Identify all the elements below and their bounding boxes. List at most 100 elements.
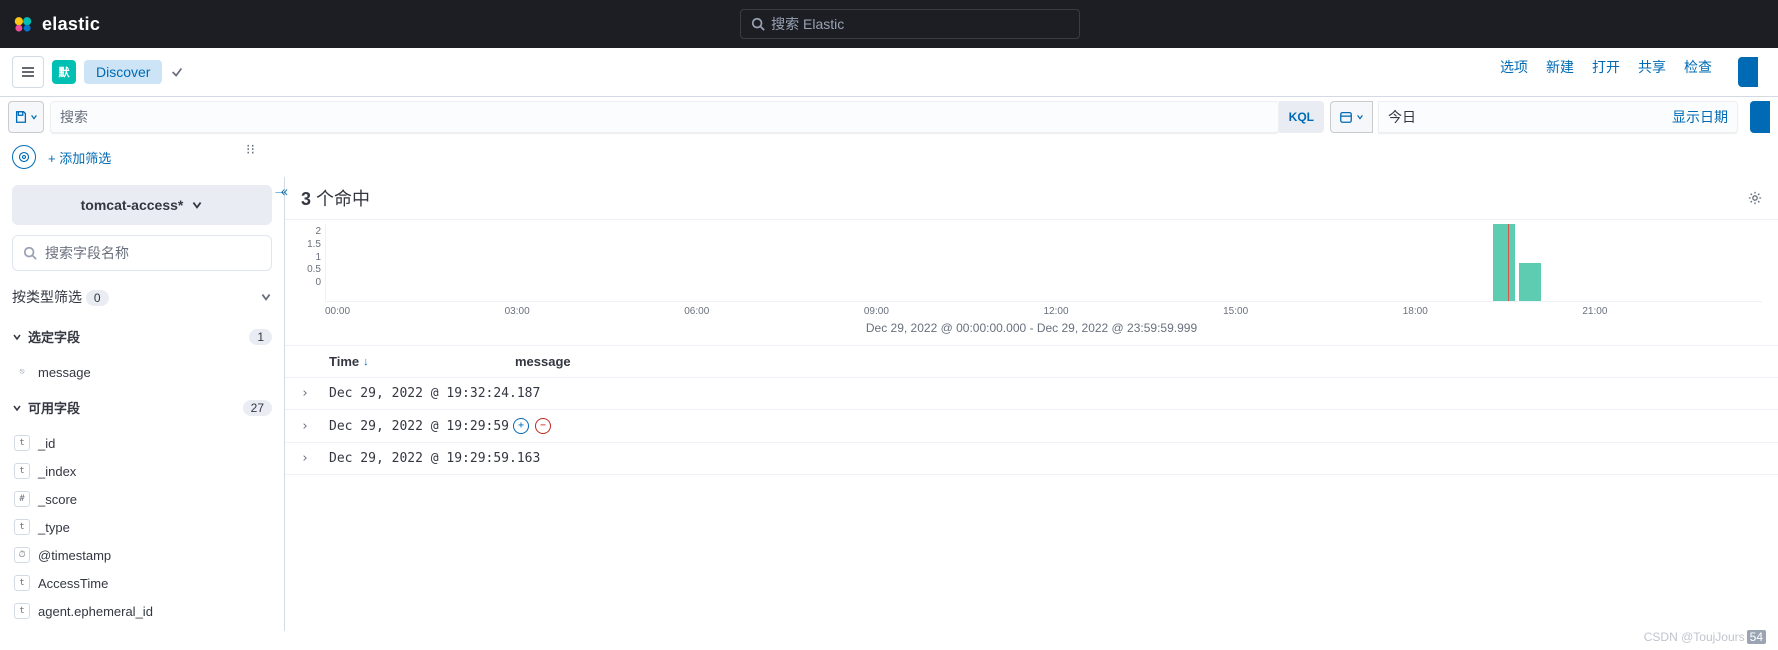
field-options-icon[interactable]: ⁝⁝ <box>246 141 255 158</box>
chart-caption: Dec 29, 2022 @ 00:00:00.000 - Dec 29, 20… <box>301 317 1762 343</box>
search-icon <box>751 17 765 31</box>
field-search-placeholder: 搜索字段名称 <box>45 243 129 263</box>
selected-fields-label: 选定字段 <box>28 327 80 346</box>
column-time[interactable]: Time ↓ <box>329 354 515 369</box>
check-icon <box>170 65 184 79</box>
field-item[interactable]: t_id <box>12 431 272 455</box>
search-icon <box>23 246 37 260</box>
y-axis: 21.510.50 <box>301 224 325 302</box>
query-bar: 搜索 KQL 今日 显示日期 <box>0 97 1778 137</box>
filter-toggle-button[interactable] <box>12 145 36 169</box>
field-item[interactable]: ⏱ @timestamp <box>12 543 272 567</box>
chart-settings-icon[interactable] <box>1748 191 1762 205</box>
sidebar: tomcat-access* ⁝⁝ 搜索字段名称 按类型筛选 0 选定字段 1 … <box>0 177 284 631</box>
query-language-button[interactable]: KQL <box>1279 101 1324 133</box>
field-type-icon: ⏱ <box>14 547 30 563</box>
global-header: elastic 搜索 Elastic <box>0 0 1778 48</box>
chevron-down-icon <box>260 291 272 303</box>
query-placeholder: 搜索 <box>60 107 88 127</box>
field-type-icon: t <box>14 463 30 479</box>
add-filter-button[interactable]: + 添加筛选 <box>48 148 111 167</box>
refresh-button[interactable] <box>1750 101 1770 133</box>
menu-inspect[interactable]: 检查 <box>1684 57 1712 87</box>
query-input[interactable]: 搜索 <box>50 101 1279 133</box>
filter-out-button[interactable]: − <box>535 418 551 434</box>
x-axis: 00:0003:0006:0009:0012:0015:0018:0021:00 <box>325 302 1762 317</box>
filter-by-type-count: 0 <box>86 290 109 306</box>
menu-new[interactable]: 新建 <box>1546 57 1574 87</box>
app-bar: 默 Discover 选项 新建 打开 共享 检查 <box>0 48 1778 97</box>
global-search-placeholder: 搜索 Elastic <box>771 14 844 34</box>
table-row[interactable]: ›Dec 29, 2022 @ 19:29:59.163 <box>285 443 1778 475</box>
date-quick-label: 今日 <box>1388 107 1416 127</box>
filter-by-type[interactable]: 按类型筛选 0 <box>12 281 272 313</box>
chart-plot[interactable] <box>325 224 1762 302</box>
selected-fields-header[interactable]: 选定字段 1 <box>12 323 272 350</box>
column-time-label: Time <box>329 354 359 369</box>
field-type-icon: # <box>14 491 30 507</box>
field-name: message <box>38 365 91 380</box>
date-quick-button[interactable] <box>1330 101 1373 133</box>
filter-bar: + 添加筛选 <box>0 137 1778 177</box>
content: ⤛ 3 个命中 21.510.50 00:0003:0006:0009:0012… <box>284 177 1778 631</box>
field-item[interactable]: t _index <box>12 459 272 483</box>
chart-bar[interactable] <box>1493 224 1515 301</box>
field-type-icon: t <box>14 435 30 451</box>
field-name: agent.ephemeral_id <box>38 604 153 619</box>
row-timestamp: Dec 29, 2022 @ 19:29:59 <box>329 419 509 434</box>
row-timestamp: Dec 29, 2022 @ 19:32:24.187 <box>329 386 540 401</box>
field-name: _index <box>38 464 76 479</box>
hit-suffix: 个命中 <box>311 189 370 209</box>
available-fields-count: 27 <box>243 400 272 416</box>
show-dates-link[interactable]: 显示日期 <box>1672 107 1728 127</box>
main: tomcat-access* ⁝⁝ 搜索字段名称 按类型筛选 0 选定字段 1 … <box>0 177 1778 631</box>
expand-row-button[interactable]: › <box>301 386 329 401</box>
menu-options[interactable]: 选项 <box>1500 57 1528 87</box>
app-name-pill[interactable]: Discover <box>84 60 162 84</box>
field-name: _score <box>38 492 77 507</box>
sort-desc-icon[interactable]: ↓ <box>363 356 369 368</box>
index-pattern-label: tomcat-access* <box>81 197 184 213</box>
filter-by-type-label: 按类型筛选 <box>12 289 82 305</box>
expand-row-button[interactable]: › <box>301 419 329 434</box>
time-marker <box>1508 224 1509 301</box>
nav-toggle-button[interactable] <box>12 56 44 88</box>
saved-query-button[interactable] <box>8 101 44 133</box>
field-item[interactable]: # _score <box>12 487 272 511</box>
chart-bar[interactable] <box>1519 263 1541 302</box>
doc-table: Time ↓ message ›Dec 29, 2022 @ 19:32:24.… <box>285 345 1778 475</box>
field-item[interactable]: t _type <box>12 515 272 539</box>
brand[interactable]: elastic <box>12 13 100 35</box>
field-type-icon: ⎋ <box>14 364 30 380</box>
field-item[interactable]: tagent.ephemeral_id <box>12 599 272 623</box>
save-button[interactable] <box>1738 57 1758 87</box>
histogram-chart[interactable]: 21.510.50 00:0003:0006:0009:0012:0015:00… <box>285 220 1778 345</box>
hit-number: 3 <box>301 189 311 209</box>
expand-row-button[interactable]: › <box>301 451 329 466</box>
selected-fields-count: 1 <box>249 329 272 345</box>
top-menu: 选项 新建 打开 共享 检查 <box>1500 57 1766 87</box>
table-row[interactable]: ›Dec 29, 2022 @ 19:29:59 +− <box>285 410 1778 443</box>
table-row[interactable]: ›Dec 29, 2022 @ 19:32:24.187 <box>285 378 1778 410</box>
field-type-icon: t <box>14 575 30 591</box>
field-search-input[interactable]: 搜索字段名称 <box>12 235 272 271</box>
field-item[interactable]: tAccessTime <box>12 571 272 595</box>
field-type-icon: t <box>14 519 30 535</box>
chevron-down-icon <box>12 332 22 342</box>
field-name: @timestamp <box>38 548 111 563</box>
hit-count: 3 个命中 <box>301 185 370 211</box>
sidebar-collapse-button[interactable]: ⤛ <box>275 183 288 201</box>
index-pattern-selector[interactable]: tomcat-access* <box>12 185 272 225</box>
field-name: _type <box>38 520 70 535</box>
global-search[interactable]: 搜索 Elastic <box>740 9 1080 39</box>
field-item[interactable]: ⎋ message <box>12 360 272 384</box>
space-badge[interactable]: 默 <box>52 60 76 84</box>
menu-share[interactable]: 共享 <box>1638 57 1666 87</box>
column-message[interactable]: message <box>515 354 571 369</box>
date-range-display[interactable]: 今日 显示日期 <box>1378 101 1738 133</box>
menu-open[interactable]: 打开 <box>1592 57 1620 87</box>
available-fields-header[interactable]: 可用字段 27 <box>12 394 272 421</box>
elastic-logo-icon <box>12 13 34 35</box>
chevron-down-icon <box>12 403 22 413</box>
filter-for-button[interactable]: + <box>513 418 529 434</box>
